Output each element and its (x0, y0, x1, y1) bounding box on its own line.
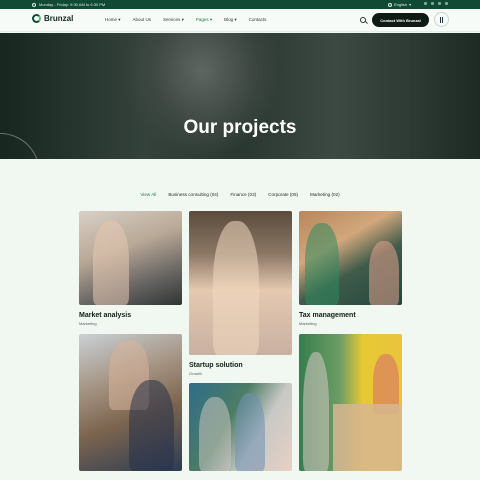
linkedin-icon[interactable] (445, 2, 448, 5)
nav-item-pages[interactable]: Pages ▾ (196, 17, 212, 23)
project-image[interactable] (299, 211, 402, 305)
project-image[interactable] (189, 211, 292, 355)
nav-item-home[interactable]: Home ▾ (105, 17, 121, 23)
site-header: Brunzal Home ▾ About Us Services ▾ Pages… (0, 9, 480, 32)
project-image[interactable] (79, 211, 182, 305)
page-title: Our projects (183, 117, 297, 138)
nav-item-blog[interactable]: Blog ▾ (224, 17, 237, 23)
desk-counter (333, 404, 401, 471)
project-card[interactable] (189, 383, 292, 480)
social-links (424, 2, 448, 5)
chevron-down-icon: ▾ (409, 2, 412, 7)
globe-icon (388, 2, 392, 7)
language-selector[interactable]: English ▾ (388, 2, 411, 7)
project-image[interactable] (79, 334, 182, 471)
menu-bar-icon (439, 16, 441, 23)
nav-item-contacts[interactable]: Contacts (249, 17, 267, 23)
language-label: English (394, 2, 408, 7)
search-icon[interactable] (360, 17, 366, 23)
logo-text: Brunzal (44, 14, 74, 23)
vimeo-icon[interactable] (438, 2, 441, 5)
project-category: Marketing (299, 321, 317, 326)
project-card[interactable]: Tax management Marketing (299, 211, 402, 329)
project-category: Growth (189, 371, 202, 376)
opening-hours-text: Monday - Friday: 9:30 AM to 6:30 PM (39, 2, 106, 7)
project-title[interactable]: Startup solution (189, 362, 243, 369)
facebook-icon[interactable] (424, 2, 427, 5)
filter-view-all[interactable]: View All (140, 192, 156, 197)
main-nav: Home ▾ About Us Services ▾ Pages ▾ Blog … (105, 17, 266, 23)
person-figure (129, 380, 174, 471)
opening-hours: Monday - Friday: 9:30 AM to 6:30 PM (32, 2, 105, 7)
hero-overlay (0, 33, 480, 159)
person-figure (369, 241, 399, 305)
twitter-icon[interactable] (431, 2, 434, 5)
filter-finance[interactable]: Finance (03) (230, 192, 256, 197)
top-info-bar: Monday - Friday: 9:30 AM to 6:30 PM Engl… (0, 0, 480, 9)
project-title[interactable]: Market analysis (79, 312, 131, 319)
logo-mark-icon (32, 14, 41, 23)
project-card[interactable]: Startup solution Growth (189, 211, 292, 376)
filter-business-consulting[interactable]: Business consulting (04) (168, 192, 218, 197)
project-category: Marketing (79, 321, 97, 326)
person-figure (305, 223, 339, 305)
project-filters: View All Business consulting (04) Financ… (0, 192, 480, 197)
person-figure (303, 352, 329, 471)
filter-marketing[interactable]: Marketing (02) (310, 192, 340, 197)
project-image[interactable] (189, 383, 292, 471)
project-image[interactable] (299, 334, 402, 471)
person-figure (213, 221, 259, 355)
project-title[interactable]: Tax management (299, 312, 356, 319)
nav-item-about[interactable]: About Us (133, 17, 152, 23)
person-figure (235, 393, 265, 471)
logo[interactable]: Brunzal (32, 14, 73, 23)
contact-button[interactable]: Contact With Brunzal (372, 13, 429, 27)
filter-corporate[interactable]: Corporate (05) (268, 192, 298, 197)
hero-banner: Our projects (0, 33, 480, 159)
project-card[interactable] (299, 334, 402, 480)
menu-toggle-button[interactable] (434, 12, 449, 27)
menu-bar-icon (442, 16, 444, 23)
project-card[interactable]: Market analysis Marketing (79, 211, 182, 329)
project-card[interactable] (79, 334, 182, 480)
person-figure (199, 397, 231, 471)
clock-icon (32, 2, 36, 7)
nav-item-services[interactable]: Services ▾ (163, 17, 184, 23)
person-figure (93, 221, 129, 305)
